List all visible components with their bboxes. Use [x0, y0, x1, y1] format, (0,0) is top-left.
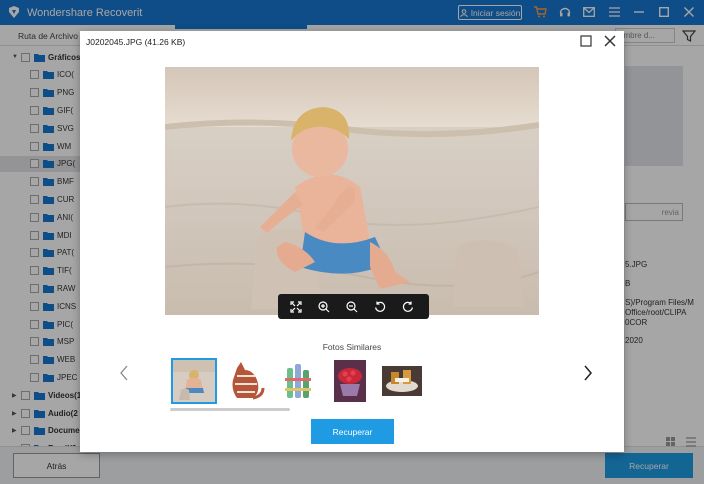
- maximize-icon[interactable]: [580, 35, 592, 47]
- preview-dialog: J0202045.JPG (41.26 KB) Fotos Similares …: [80, 31, 624, 452]
- food-plate-thumbnail[interactable]: [379, 358, 425, 404]
- fit-screen-icon[interactable]: [287, 298, 304, 315]
- chevron-right-icon[interactable]: [582, 364, 594, 382]
- thumbnail-scrollbar[interactable]: [170, 408, 290, 411]
- similar-photos-label: Fotos Similares: [322, 342, 382, 352]
- zoom-in-icon[interactable]: [315, 298, 332, 315]
- close-icon[interactable]: [603, 34, 617, 48]
- image-toolbar: [278, 294, 429, 319]
- preview-image: [165, 67, 539, 315]
- rotate-right-icon[interactable]: [399, 298, 416, 315]
- dialog-title: J0202045.JPG (41.26 KB): [86, 37, 186, 47]
- berries-thumbnail[interactable]: [327, 358, 373, 404]
- rotate-left-icon[interactable]: [371, 298, 388, 315]
- zoom-out-icon[interactable]: [343, 298, 360, 315]
- cat-figurine-thumbnail[interactable]: [223, 358, 269, 404]
- bottles-thumbnail[interactable]: [275, 358, 321, 404]
- beach-child-thumbnail[interactable]: [171, 358, 217, 404]
- chevron-left-icon[interactable]: [118, 364, 130, 382]
- dialog-recover-button[interactable]: Recuperar: [311, 419, 394, 444]
